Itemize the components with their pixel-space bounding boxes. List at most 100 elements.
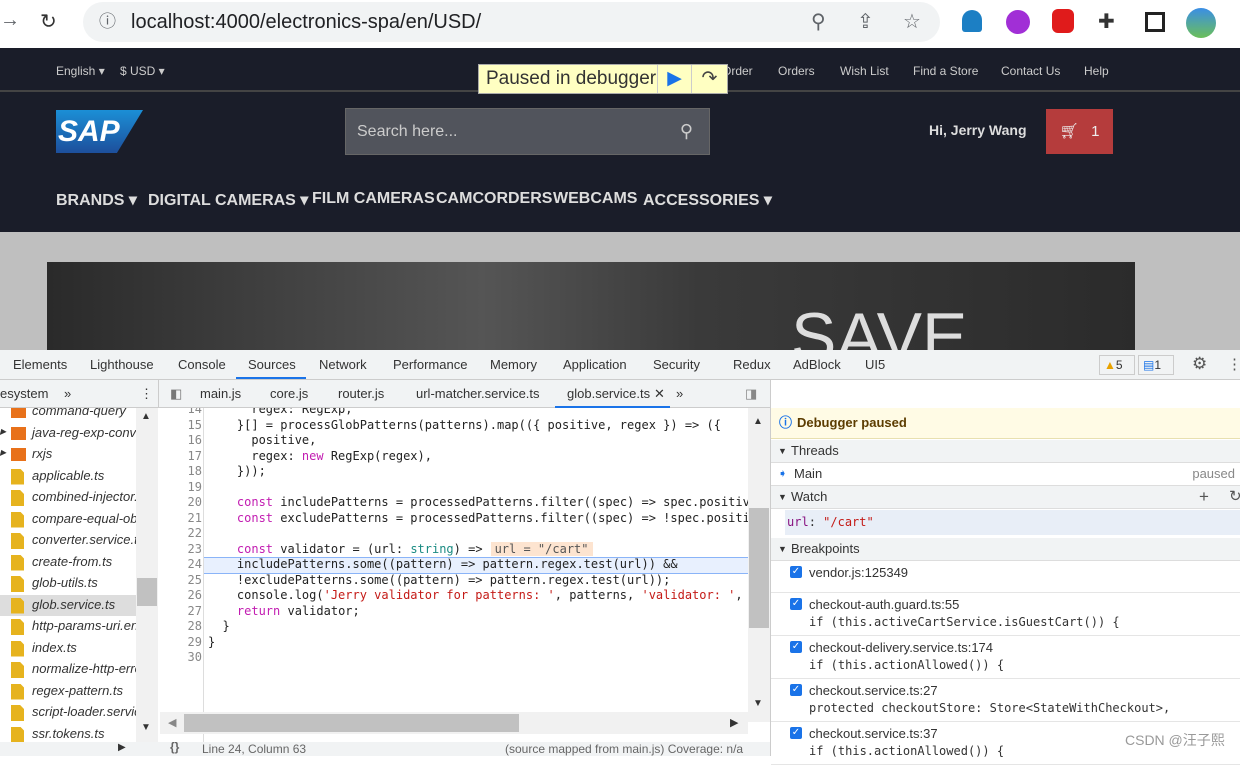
tree-item[interactable]: combined-injector.ts: [0, 487, 136, 508]
cart-button[interactable]: 🛒︎ 1: [1046, 109, 1113, 154]
tree-item[interactable]: ▶ rxjs: [0, 444, 136, 465]
breakpoint-item[interactable]: ✓ checkout-auth.guard.ts:55 if (this.activ…: [771, 593, 1240, 636]
line-number[interactable]: 23: [160, 542, 202, 558]
line-number[interactable]: 27: [160, 604, 202, 620]
resume-icon[interactable]: ▶: [657, 65, 691, 93]
line-number[interactable]: 21: [160, 511, 202, 527]
tab-elements[interactable]: Elements: [13, 357, 67, 372]
refresh-watch-icon[interactable]: ↻: [1229, 486, 1240, 508]
tree-item[interactable]: command-query: [0, 408, 136, 422]
line-number[interactable]: 18: [160, 464, 202, 480]
breakpoint-checkbox[interactable]: ✓: [790, 727, 802, 739]
search-icon[interactable]: ⚲: [680, 109, 693, 154]
nav-brands[interactable]: BRANDS ▾: [56, 190, 137, 210]
tree-item[interactable]: normalize-http-error.ts: [0, 659, 136, 680]
expand-arrow-icon[interactable]: ▶: [0, 448, 6, 457]
settings-gear-icon[interactable]: ⚙: [1192, 354, 1207, 374]
tab-application[interactable]: Application: [563, 357, 627, 372]
line-number[interactable]: 20: [160, 495, 202, 511]
breakpoint-checkbox[interactable]: ✓: [790, 684, 802, 696]
extensions-puzzle-icon[interactable]: ✚: [1098, 9, 1115, 34]
warnings-badge[interactable]: ▲5: [1099, 355, 1135, 375]
editor-hscrollbar[interactable]: ◀ ▶: [160, 712, 748, 734]
tree-item[interactable]: http-params-uri.encoder.ts: [0, 616, 136, 637]
navigator-tab-filesystem[interactable]: esystem: [0, 386, 48, 401]
watch-expression[interactable]: url: "/cart": [785, 510, 1240, 535]
link-wish-list[interactable]: Wish List: [840, 64, 889, 78]
line-number[interactable]: 26: [160, 588, 202, 604]
breakpoint-checkbox[interactable]: ✓: [790, 566, 802, 578]
more-files-icon[interactable]: »: [676, 386, 683, 401]
scroll-right-icon[interactable]: ▶: [118, 742, 126, 753]
tab-security[interactable]: Security: [653, 357, 700, 372]
avatar[interactable]: [1186, 8, 1216, 38]
file-tab[interactable]: router.js: [338, 386, 384, 401]
threads-header[interactable]: ▼ Threads: [771, 440, 1240, 463]
file-tab[interactable]: core.js: [270, 386, 308, 401]
reload-icon[interactable]: ↻: [40, 9, 57, 34]
tree-item[interactable]: script-loader.service.ts: [0, 702, 136, 723]
link-find-store[interactable]: Find a Store: [913, 64, 978, 78]
tree-item[interactable]: applicable.ts: [0, 466, 136, 487]
close-tab-icon[interactable]: ✕: [654, 386, 665, 402]
step-over-icon[interactable]: ↷: [691, 65, 727, 93]
breakpoint-checkbox[interactable]: ✓: [790, 598, 802, 610]
tree-item[interactable]: converter.service.ts: [0, 530, 136, 551]
tree-item[interactable]: ssr.tokens.ts: [0, 724, 136, 742]
link-orders[interactable]: Orders: [778, 64, 815, 78]
nav-accessories[interactable]: ACCESSORIES ▾: [643, 190, 772, 210]
tab-sources[interactable]: Sources: [248, 357, 296, 372]
breakpoint-item[interactable]: ✓ checkout.service.ts:27 protected checkou…: [771, 679, 1240, 722]
bookmark-star-icon[interactable]: ☆: [903, 2, 921, 42]
add-watch-icon[interactable]: +: [1199, 486, 1209, 508]
code-editor[interactable]: 14 regex: RegExp; 15 }[] = processGlobPat…: [160, 408, 770, 742]
tree-item[interactable]: create-from.ts: [0, 552, 136, 573]
file-tab[interactable]: url-matcher.service.ts: [416, 386, 540, 401]
tab-redux[interactable]: Redux: [733, 357, 771, 372]
navigator-menu-icon[interactable]: ⋮: [140, 386, 153, 402]
line-number[interactable]: 14: [160, 408, 202, 418]
sidebar-icon[interactable]: [1145, 12, 1165, 32]
link-contact-us[interactable]: Contact Us: [1001, 64, 1060, 78]
line-number[interactable]: 19: [160, 480, 202, 496]
toggle-navigator-icon[interactable]: ◧: [170, 386, 182, 402]
tab-network[interactable]: Network: [319, 357, 367, 372]
nav-digital-cameras[interactable]: DIGITAL CAMERAS ▾: [148, 190, 308, 210]
search-input[interactable]: Search here... ⚲: [345, 108, 710, 155]
breakpoints-header[interactable]: ▼ Breakpoints: [771, 538, 1240, 561]
navigator-scrollbar[interactable]: ▲ ▼: [136, 408, 158, 742]
zoom-icon[interactable]: ⚲: [811, 2, 826, 42]
tree-item[interactable]: index.ts: [0, 638, 136, 659]
info-icon[interactable]: ⓘ: [99, 2, 116, 42]
breakpoint-item[interactable]: ✓ vendor.js:125349: [771, 561, 1240, 593]
share-icon[interactable]: ⇪: [857, 2, 874, 42]
tab-ui5[interactable]: UI5: [865, 357, 885, 372]
tree-item[interactable]: compare-equal-objects.ts: [0, 509, 136, 530]
tab-adblock[interactable]: AdBlock: [793, 357, 841, 372]
line-number[interactable]: 24: [160, 557, 202, 573]
breakpoint-item[interactable]: ✓ checkout-delivery.service.ts:174 if (thi…: [771, 636, 1240, 679]
currency-select[interactable]: $ USD ▾: [120, 64, 165, 78]
expand-arrow-icon[interactable]: ▶: [0, 427, 6, 436]
line-number[interactable]: 25: [160, 573, 202, 589]
thread-main[interactable]: ➧ Main paused: [771, 463, 1240, 486]
address-bar[interactable]: ⓘ localhost:4000/electronics-spa/en/USD/…: [83, 2, 940, 42]
nav-camcorders[interactable]: CAMCORDERS: [436, 190, 552, 208]
tab-performance[interactable]: Performance: [393, 357, 467, 372]
watch-header[interactable]: ▼ Watch + ↻: [771, 486, 1240, 509]
tree-item[interactable]: ▶ java-reg-exp-converter: [0, 423, 136, 444]
nav-film-cameras[interactable]: FILM CAMERAS: [312, 190, 435, 208]
breakpoint-checkbox[interactable]: ✓: [790, 641, 802, 653]
more-menu-icon[interactable]: ⋮: [1227, 355, 1240, 373]
language-select[interactable]: English ▾: [56, 64, 105, 78]
tree-item[interactable]: glob-utils.ts: [0, 573, 136, 594]
tab-lighthouse[interactable]: Lighthouse: [90, 357, 154, 372]
link-help[interactable]: Help: [1084, 64, 1109, 78]
line-number[interactable]: 15: [160, 418, 202, 434]
file-tab[interactable]: main.js: [200, 386, 241, 401]
nav-webcams[interactable]: WEBCAMS: [553, 190, 637, 208]
extension-icon[interactable]: [1006, 10, 1030, 34]
file-tab[interactable]: glob.service.ts: [567, 386, 650, 401]
line-number[interactable]: 28: [160, 619, 202, 635]
pretty-print-icon[interactable]: {}: [170, 740, 179, 754]
